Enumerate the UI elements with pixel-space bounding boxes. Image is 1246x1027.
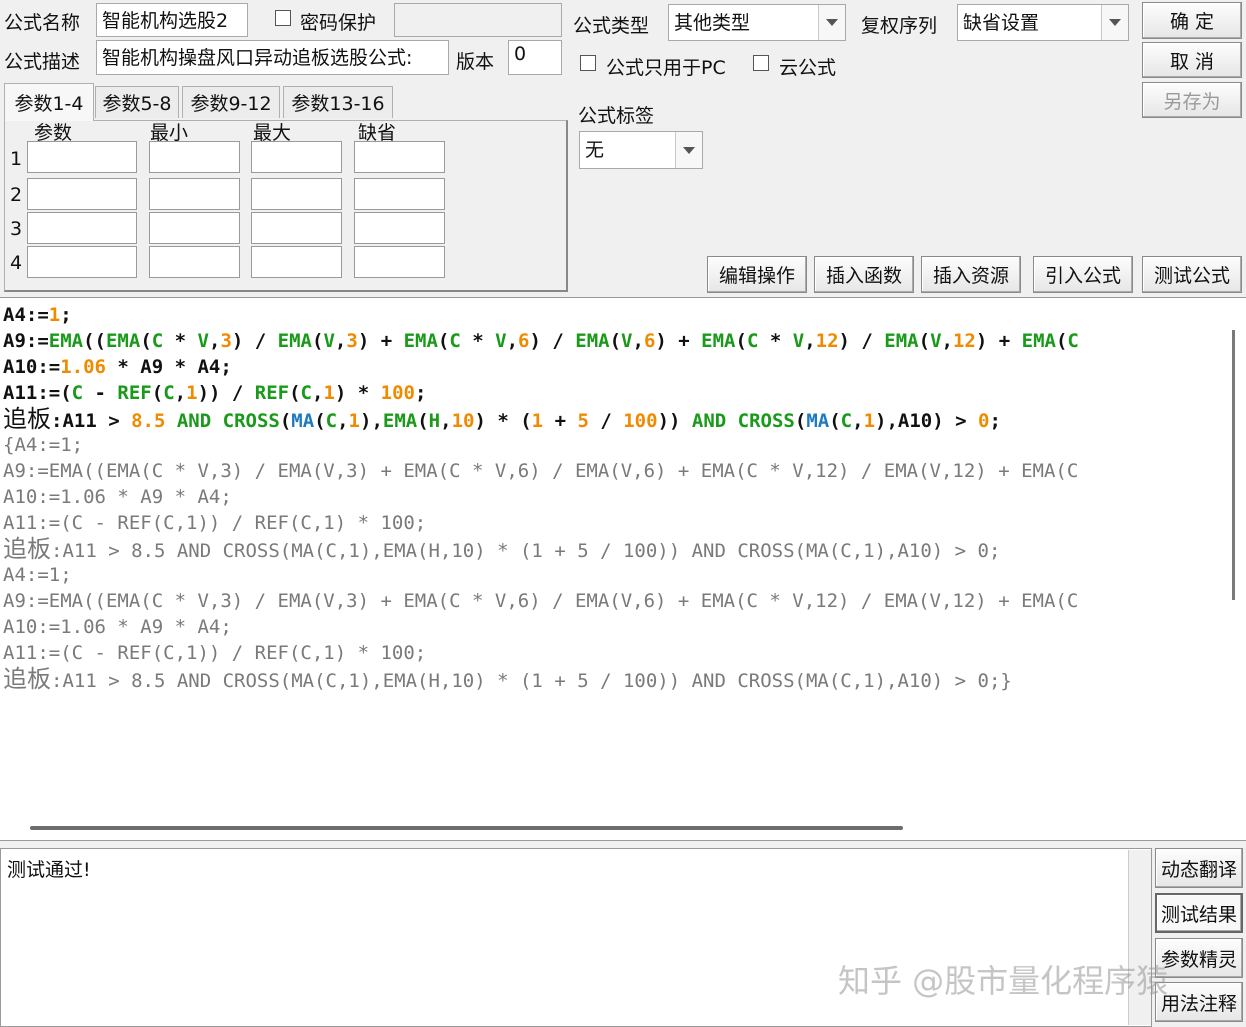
code-line: A10:=1.06 * A9 * A4; xyxy=(3,486,232,508)
code-line: 追板:A11 > 8.5 AND CROSS(MA(C,1),EMA(H,10)… xyxy=(3,535,1001,563)
code-line: A10:=1.06 * A9 * A4; xyxy=(3,356,232,378)
param-name-cell[interactable] xyxy=(27,246,137,278)
param-default-cell[interactable] xyxy=(354,246,445,278)
param-name-cell[interactable] xyxy=(27,212,137,244)
param-row-number: 2 xyxy=(10,184,23,206)
watermark: 知乎 @股市量化程序猿 xyxy=(838,962,1169,1000)
formula-desc-input[interactable]: 智能机构操盘风口异动追板选股公式: xyxy=(96,40,449,75)
code-content[interactable]: A4:=1; A9:=EMA((EMA(C * V,3) / EMA(V,3) +… xyxy=(3,302,1079,692)
version-label: 版本 xyxy=(456,51,495,73)
formula-type-label: 公式类型 xyxy=(573,15,650,37)
param-max-cell[interactable] xyxy=(251,178,342,210)
ok-button[interactable]: 确 定 xyxy=(1142,2,1242,39)
param-row-number: 1 xyxy=(10,148,23,170)
code-line: A4:=1; xyxy=(3,304,72,326)
fq-value: 缺省设置 xyxy=(963,12,1040,34)
param-row-number: 4 xyxy=(10,252,23,274)
tab-params-1-4[interactable]: 参数1-4 xyxy=(4,83,94,121)
param-default-cell[interactable] xyxy=(354,212,445,244)
tab-params-9-12[interactable]: 参数9-12 xyxy=(182,86,280,118)
param-max-cell[interactable] xyxy=(251,246,342,278)
formula-name-label: 公式名称 xyxy=(4,12,81,34)
save-as-button[interactable]: 另存为 xyxy=(1142,82,1242,118)
code-line: A11:=(C - REF(C,1)) / REF(C,1) * 100; xyxy=(3,512,427,534)
horizontal-scrollbar[interactable] xyxy=(30,826,903,830)
code-line: {A4:=1; xyxy=(3,434,84,456)
code-line: A11:=(C - REF(C,1)) / REF(C,1) * 100; xyxy=(3,642,427,664)
code-line: A9:=EMA((EMA(C * V,3) / EMA(V,3) + EMA(C… xyxy=(3,590,1079,612)
param-default-cell[interactable] xyxy=(354,141,445,173)
code-line: A9:=EMA((EMA(C * V,3) / EMA(V,3) + EMA(C… xyxy=(3,460,1079,482)
param-min-cell[interactable] xyxy=(149,246,240,278)
password-input[interactable] xyxy=(394,3,562,37)
chevron-down-icon[interactable] xyxy=(818,5,845,40)
edit-ops-button[interactable]: 编辑操作 xyxy=(707,256,807,293)
formula-name-input[interactable]: 智能机构选股2 xyxy=(96,3,248,37)
insert-function-button[interactable]: 插入函数 xyxy=(814,256,914,293)
code-editor[interactable]: A4:=1; A9:=EMA((EMA(C * V,3) / EMA(V,3) +… xyxy=(0,297,1246,841)
usage-notes-button[interactable]: 用法注释 xyxy=(1155,982,1243,1022)
formula-desc-label: 公式描述 xyxy=(4,51,81,73)
tab-params-5-8[interactable]: 参数5-8 xyxy=(95,86,179,118)
param-max-cell[interactable] xyxy=(251,212,342,244)
code-line: 追板:A11 > 8.5 AND CROSS(MA(C,1),EMA(H,10)… xyxy=(3,665,1012,693)
code-line: A4:=1; xyxy=(3,564,72,586)
test-formula-button[interactable]: 测试公式 xyxy=(1142,256,1242,293)
password-label: 密码保护 xyxy=(300,12,377,34)
chevron-down-icon[interactable] xyxy=(675,132,702,168)
formula-type-value: 其他类型 xyxy=(674,12,751,34)
tag-label: 公式标签 xyxy=(578,105,655,127)
code-line: A11:=(C - REF(C,1)) / REF(C,1) * 100; xyxy=(3,382,427,404)
param-name-cell[interactable] xyxy=(27,178,137,210)
cancel-button[interactable]: 取 消 xyxy=(1142,42,1242,78)
formula-type-select[interactable]: 其他类型 xyxy=(668,4,846,41)
code-line: A9:=EMA((EMA(C * V,3) / EMA(V,3) + EMA(C… xyxy=(3,330,1079,352)
param-name-cell[interactable] xyxy=(27,141,137,173)
test-result-text: 测试通过! xyxy=(7,859,91,881)
tag-value: 无 xyxy=(585,139,605,161)
code-line: A10:=1.06 * A9 * A4; xyxy=(3,616,232,638)
param-wizard-button[interactable]: 参数精灵 xyxy=(1155,938,1243,978)
param-min-cell[interactable] xyxy=(149,178,240,210)
dynamic-translate-button[interactable]: 动态翻译 xyxy=(1155,848,1243,888)
fq-label: 复权序列 xyxy=(861,15,938,37)
test-result-button[interactable]: 测试结果 xyxy=(1155,893,1243,933)
tag-select[interactable]: 无 xyxy=(579,131,703,169)
import-formula-button[interactable]: 引入公式 xyxy=(1033,256,1133,293)
code-line: 追板:A11 > 8.5 AND CROSS(MA(C,1),EMA(H,10)… xyxy=(3,405,1001,433)
param-min-cell[interactable] xyxy=(149,212,240,244)
pc-only-label: 公式只用于PC xyxy=(606,57,726,79)
chevron-down-icon[interactable] xyxy=(1101,5,1128,40)
param-max-cell[interactable] xyxy=(251,141,342,173)
fq-select[interactable]: 缺省设置 xyxy=(957,4,1129,41)
tab-params-13-16[interactable]: 参数13-16 xyxy=(283,86,393,118)
vertical-scrollbar[interactable] xyxy=(1232,330,1235,600)
version-input[interactable]: 0 xyxy=(508,40,562,75)
param-min-cell[interactable] xyxy=(149,141,240,173)
cloud-checkbox[interactable] xyxy=(753,55,769,71)
password-checkbox[interactable] xyxy=(275,10,291,26)
param-row-number: 3 xyxy=(10,218,23,240)
cloud-label: 云公式 xyxy=(779,57,837,79)
pc-only-checkbox[interactable] xyxy=(580,55,596,71)
param-default-cell[interactable] xyxy=(354,178,445,210)
insert-resource-button[interactable]: 插入资源 xyxy=(921,256,1021,293)
